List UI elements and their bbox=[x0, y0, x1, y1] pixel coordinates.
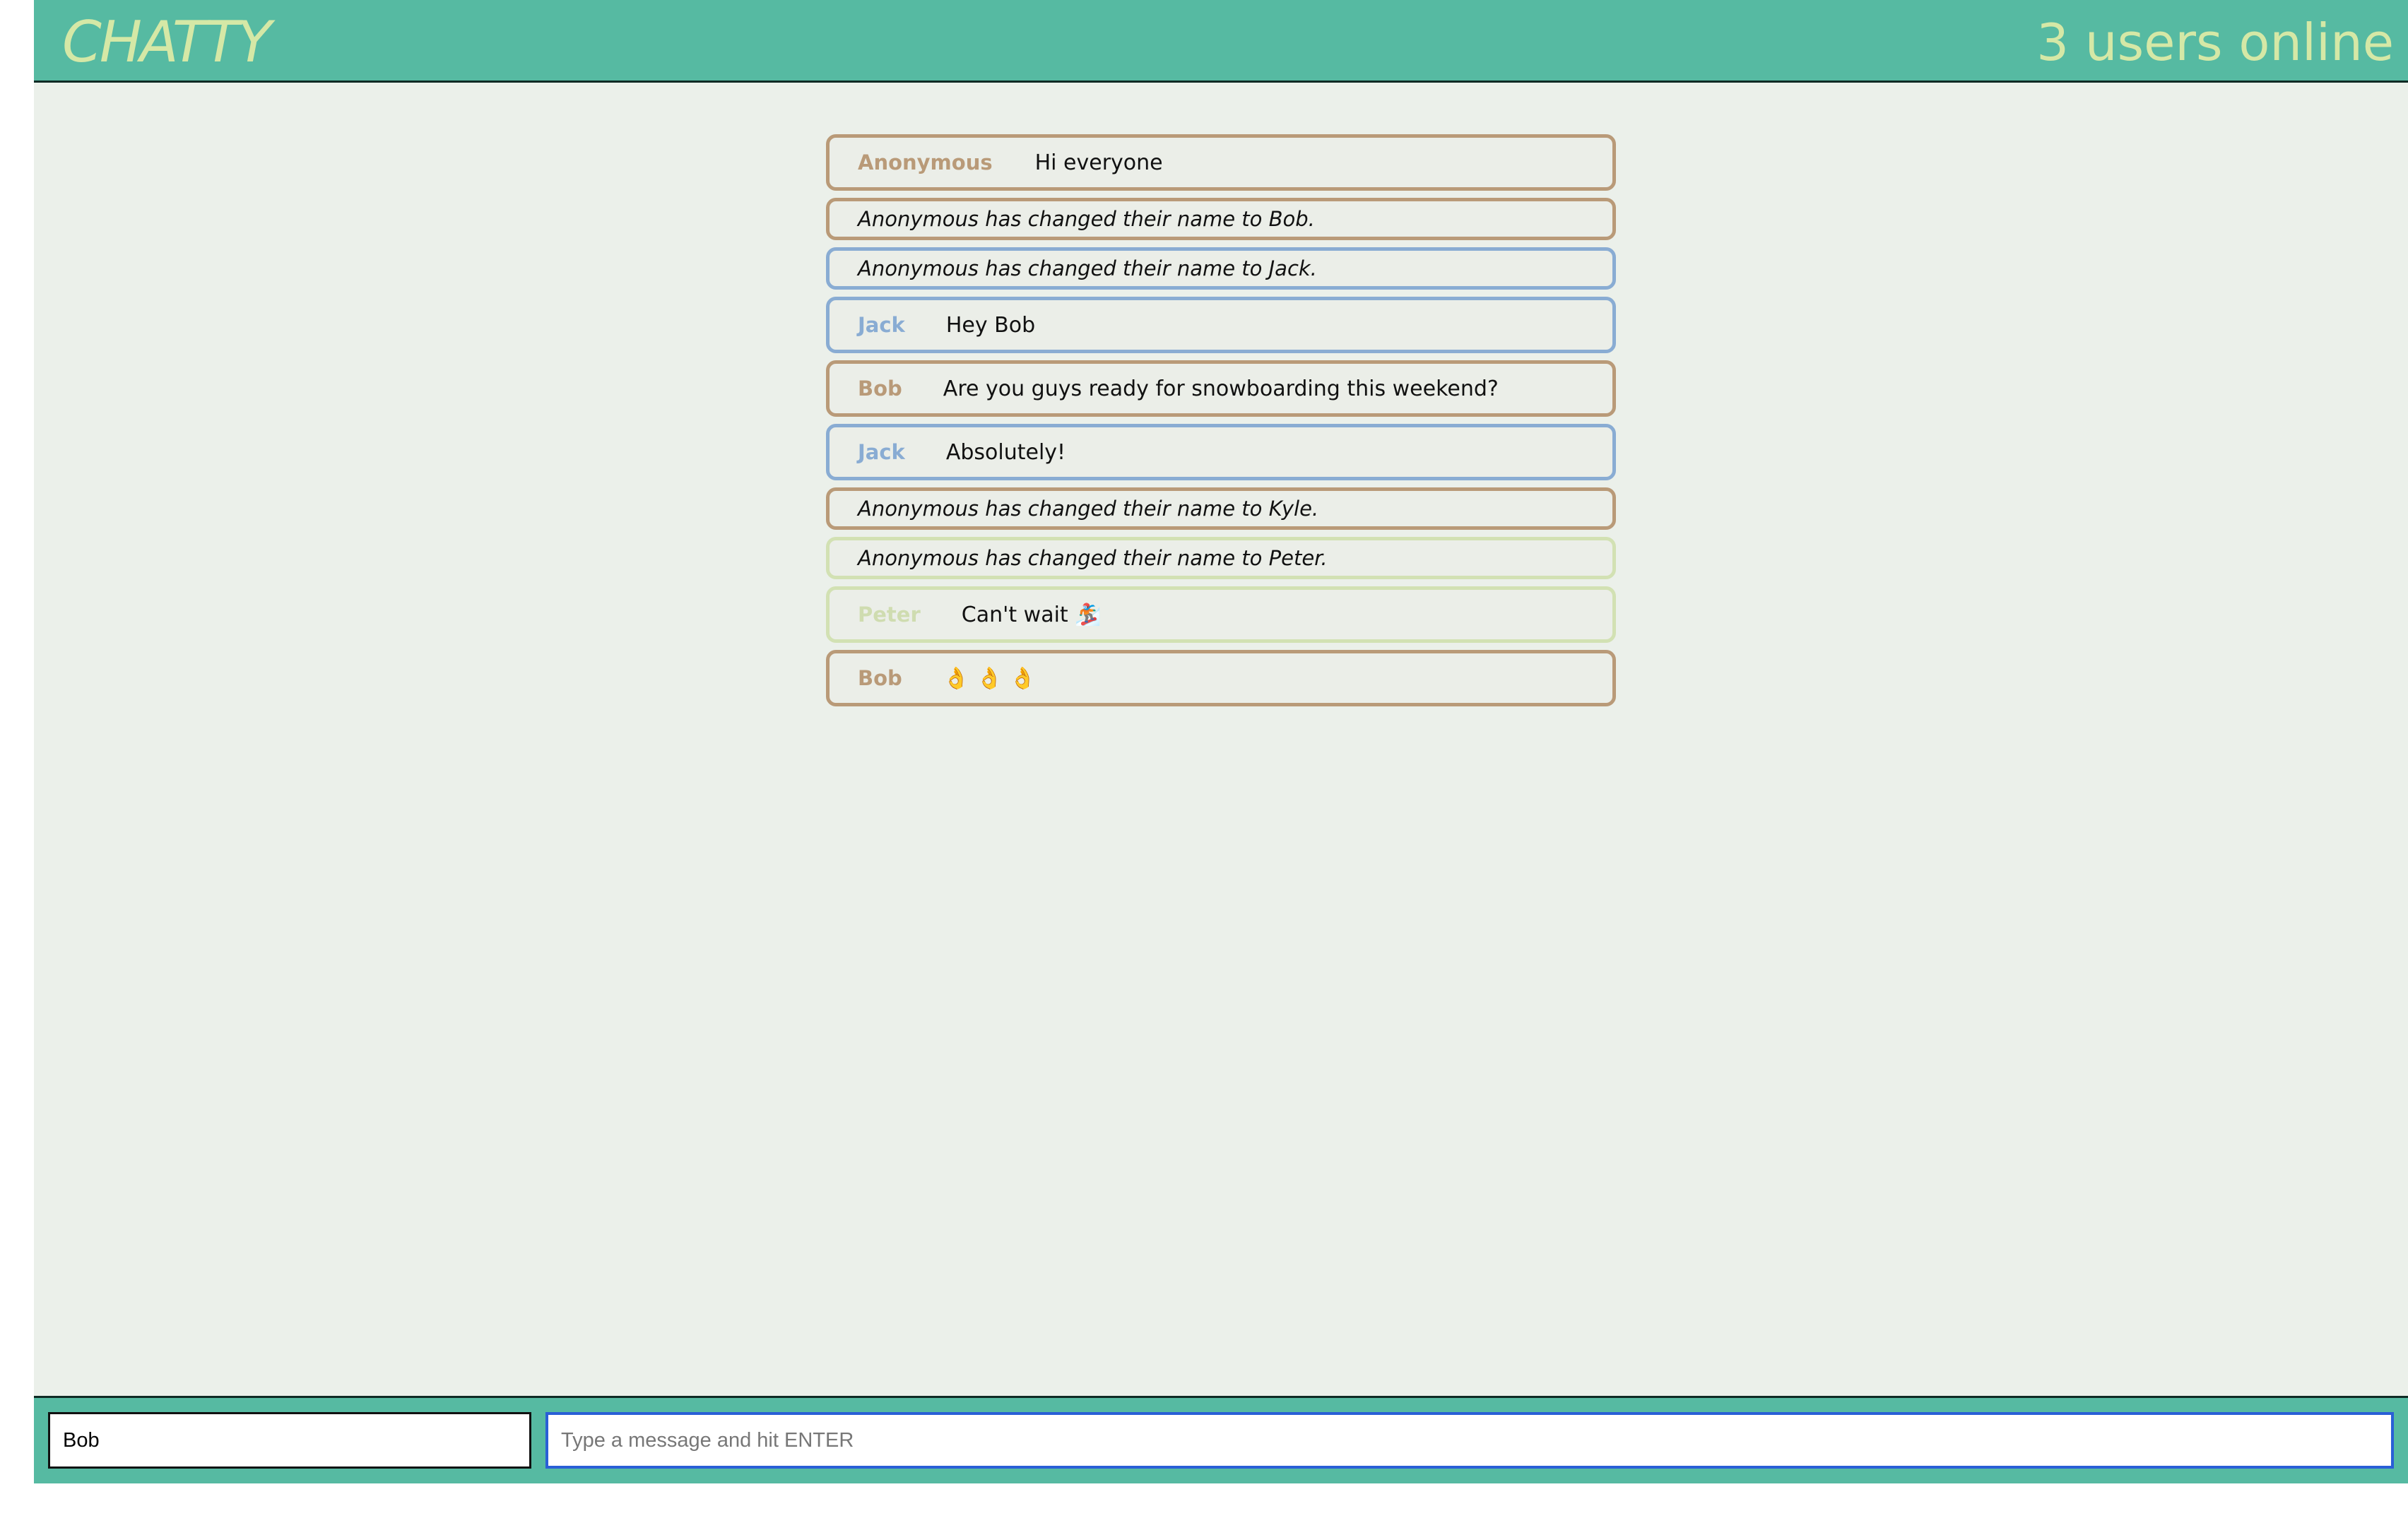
notification-text: Anonymous has changed their name to Kyle… bbox=[858, 497, 1319, 521]
message-username: Anonymous bbox=[858, 150, 993, 174]
system-notification: Anonymous has changed their name to Pete… bbox=[826, 537, 1616, 579]
users-online-count: 3 users online bbox=[2036, 13, 2394, 72]
username-input[interactable] bbox=[48, 1412, 531, 1469]
notification-text: Anonymous has changed their name to Jack… bbox=[858, 256, 1317, 280]
message-content: Absolutely! bbox=[945, 439, 1066, 465]
message: Peter Can't wait 🏂 bbox=[826, 586, 1616, 643]
message: Jack Hey Bob bbox=[826, 297, 1616, 353]
message-username: Peter bbox=[858, 603, 921, 627]
system-notification: Anonymous has changed their name to Kyle… bbox=[826, 487, 1616, 530]
system-notification: Anonymous has changed their name to Bob. bbox=[826, 198, 1616, 240]
notification-text: Anonymous has changed their name to Pete… bbox=[858, 546, 1328, 570]
navbar: CHATTY 3 users online bbox=[34, 0, 2408, 83]
message: Bob 👌 👌 👌 bbox=[826, 650, 1616, 706]
brand-logo[interactable]: CHATTY bbox=[62, 7, 272, 78]
chat-bar bbox=[34, 1396, 2408, 1483]
message: Jack Absolutely! bbox=[826, 424, 1616, 480]
message-username: Jack bbox=[858, 313, 905, 337]
message-content: Hey Bob bbox=[945, 312, 1036, 338]
message: Bob Are you guys ready for snowboarding … bbox=[826, 360, 1616, 417]
message-content: 👌 👌 👌 bbox=[943, 665, 1036, 691]
message-input[interactable] bbox=[545, 1412, 2394, 1469]
message-content: Hi everyone bbox=[1034, 150, 1163, 175]
message: Anonymous Hi everyone bbox=[826, 134, 1616, 191]
message-username: Bob bbox=[858, 377, 902, 401]
message-username: Jack bbox=[858, 440, 905, 464]
chat-app: CHATTY 3 users online Anonymous Hi every… bbox=[34, 0, 2408, 1483]
message-username: Bob bbox=[858, 666, 902, 690]
system-notification: Anonymous has changed their name to Jack… bbox=[826, 247, 1616, 290]
notification-text: Anonymous has changed their name to Bob. bbox=[858, 207, 1315, 231]
message-content: Are you guys ready for snowboarding this… bbox=[943, 376, 1499, 401]
message-content: Can't wait 🏂 bbox=[961, 602, 1102, 627]
